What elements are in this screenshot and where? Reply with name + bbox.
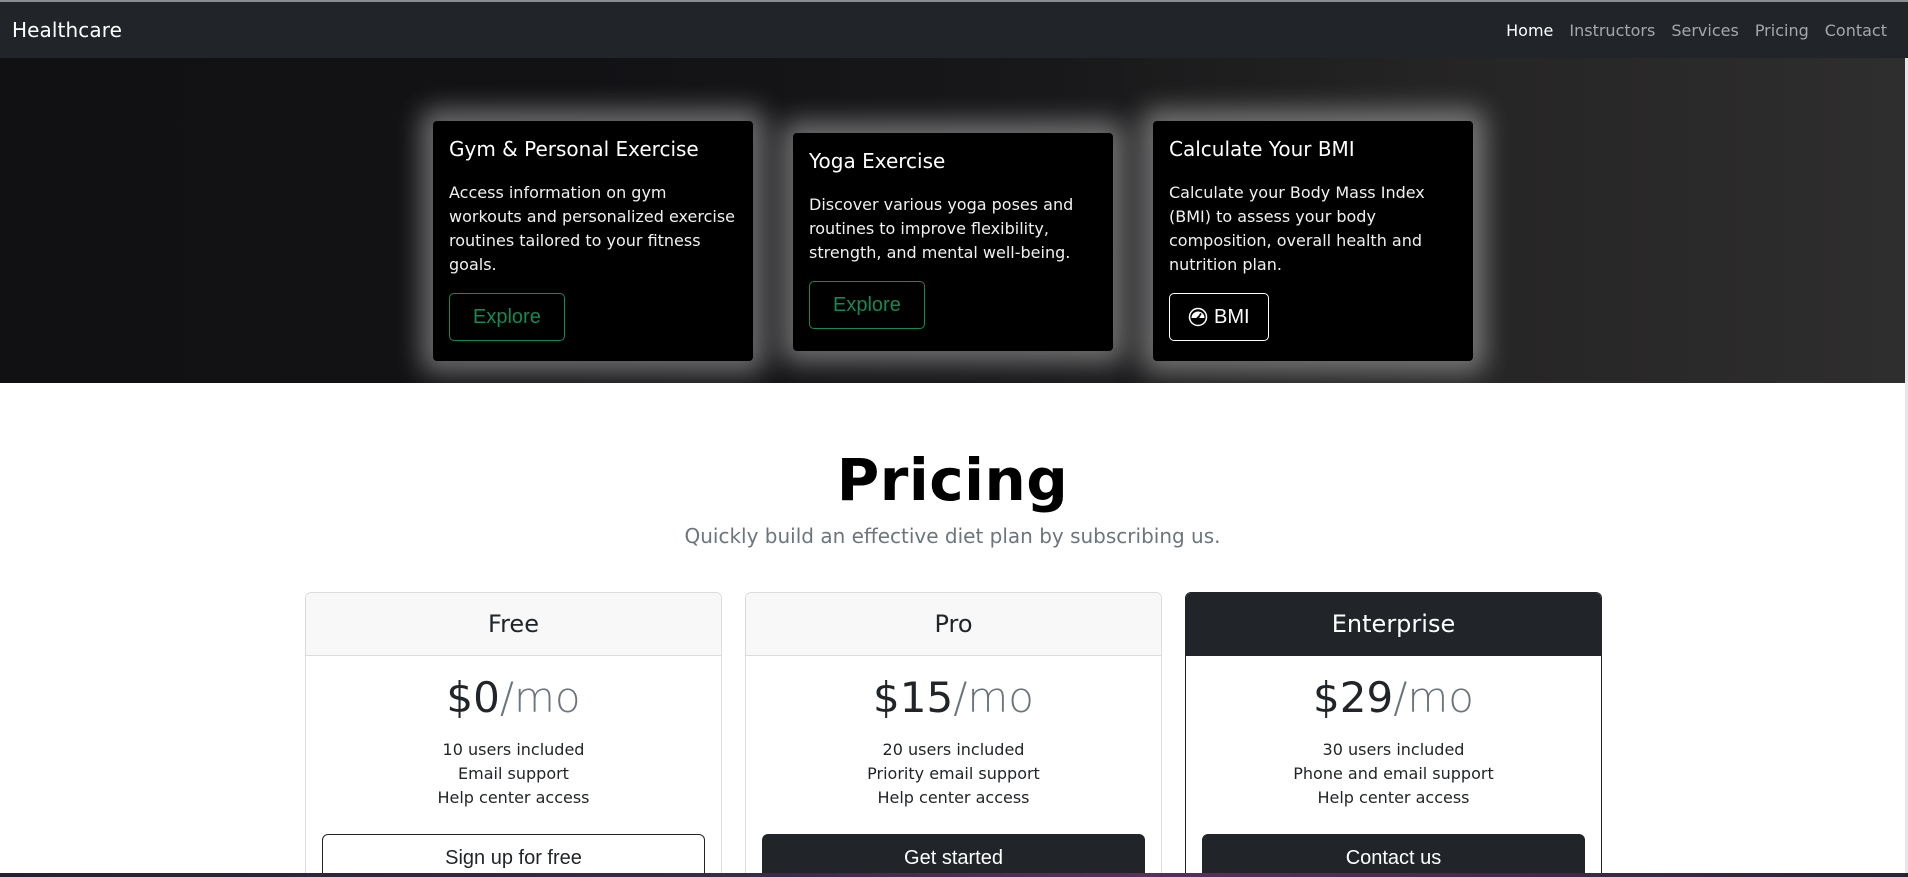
plan-name: Pro bbox=[746, 593, 1161, 656]
bmi-button-label: BMI bbox=[1214, 305, 1250, 328]
nav-link-services[interactable]: Services bbox=[1663, 13, 1746, 48]
plan-features: 20 users included Priority email support… bbox=[762, 738, 1145, 810]
yoga-card-title: Yoga Exercise bbox=[809, 149, 946, 173]
taskbar-edge bbox=[0, 873, 1908, 877]
gym-card-title: Gym & Personal Exercise bbox=[449, 137, 699, 161]
nav-link-pricing[interactable]: Pricing bbox=[1747, 13, 1817, 48]
feature-item: Priority email support bbox=[867, 764, 1040, 783]
feature-item: Help center access bbox=[877, 788, 1030, 807]
feature-item: Email support bbox=[458, 764, 569, 783]
plan-period: /mo bbox=[953, 673, 1034, 722]
plan-card-pro: Pro $15/mo 20 users included Priority em… bbox=[745, 592, 1162, 877]
plan-price: $0/mo bbox=[322, 670, 705, 726]
plan-features: 10 users included Email support Help cen… bbox=[322, 738, 705, 810]
get-started-button[interactable]: Get started bbox=[762, 834, 1145, 877]
gym-card: Gym & Personal Exercise Access informati… bbox=[433, 121, 753, 361]
plan-card-free: Free $0/mo 10 users included Email suppo… bbox=[305, 592, 722, 877]
plan-period: /mo bbox=[1393, 673, 1474, 722]
plan-amount: $29 bbox=[1313, 673, 1394, 722]
yoga-card-text: Discover various yoga poses and routines… bbox=[809, 195, 1074, 262]
feature-item: 20 users included bbox=[882, 740, 1025, 759]
yoga-card: Yoga Exercise Discover various yoga pose… bbox=[793, 133, 1113, 351]
hero-section: Gym & Personal Exercise Access informati… bbox=[0, 58, 1905, 383]
plan-name: Free bbox=[306, 593, 721, 656]
contact-us-button[interactable]: Contact us bbox=[1202, 834, 1585, 877]
pricing-subtitle: Quickly build an effective diet plan by … bbox=[684, 524, 1221, 548]
speedometer-icon bbox=[1188, 307, 1208, 327]
bmi-button[interactable]: BMI bbox=[1169, 293, 1269, 341]
plan-body: $0/mo 10 users included Email support He… bbox=[306, 656, 721, 877]
pricing-title: Pricing bbox=[836, 446, 1069, 514]
plan-body: $29/mo 30 users included Phone and email… bbox=[1186, 656, 1601, 877]
feature-item: Help center access bbox=[1317, 788, 1470, 807]
feature-item: 10 users included bbox=[442, 740, 585, 759]
gym-explore-button[interactable]: Explore bbox=[449, 293, 565, 341]
yoga-explore-button[interactable]: Explore bbox=[809, 281, 925, 329]
plan-amount: $15 bbox=[873, 673, 954, 722]
plan-price: $29/mo bbox=[1202, 670, 1585, 726]
brand-logo[interactable]: Healthcare bbox=[12, 18, 122, 42]
plan-period: /mo bbox=[499, 673, 581, 722]
feature-item: Phone and email support bbox=[1293, 764, 1494, 783]
plan-body: $15/mo 20 users included Priority email … bbox=[746, 656, 1161, 877]
bmi-card-text: Calculate your Body Mass Index (BMI) to … bbox=[1169, 183, 1425, 274]
plan-features: 30 users included Phone and email suppor… bbox=[1202, 738, 1585, 810]
nav-links: Home Instructors Services Pricing Contac… bbox=[1498, 13, 1895, 48]
bmi-card: Calculate Your BMI Calculate your Body M… bbox=[1153, 121, 1473, 361]
plan-name: Enterprise bbox=[1186, 593, 1601, 656]
plan-price: $15/mo bbox=[762, 670, 1145, 726]
bmi-card-title: Calculate Your BMI bbox=[1169, 137, 1355, 161]
plan-amount: $0 bbox=[446, 673, 500, 722]
feature-item: 30 users included bbox=[1322, 740, 1465, 759]
page: Healthcare Home Instructors Services Pri… bbox=[0, 0, 1908, 877]
nav-link-contact[interactable]: Contact bbox=[1817, 13, 1895, 48]
nav-link-home[interactable]: Home bbox=[1498, 13, 1561, 48]
nav-link-instructors[interactable]: Instructors bbox=[1561, 13, 1663, 48]
navbar: Healthcare Home Instructors Services Pri… bbox=[0, 2, 1908, 58]
gym-card-text: Access information on gym workouts and p… bbox=[449, 183, 736, 274]
feature-item: Help center access bbox=[437, 788, 590, 807]
sign-up-free-button[interactable]: Sign up for free bbox=[322, 834, 705, 877]
plan-card-enterprise: Enterprise $29/mo 30 users included Phon… bbox=[1185, 592, 1602, 877]
